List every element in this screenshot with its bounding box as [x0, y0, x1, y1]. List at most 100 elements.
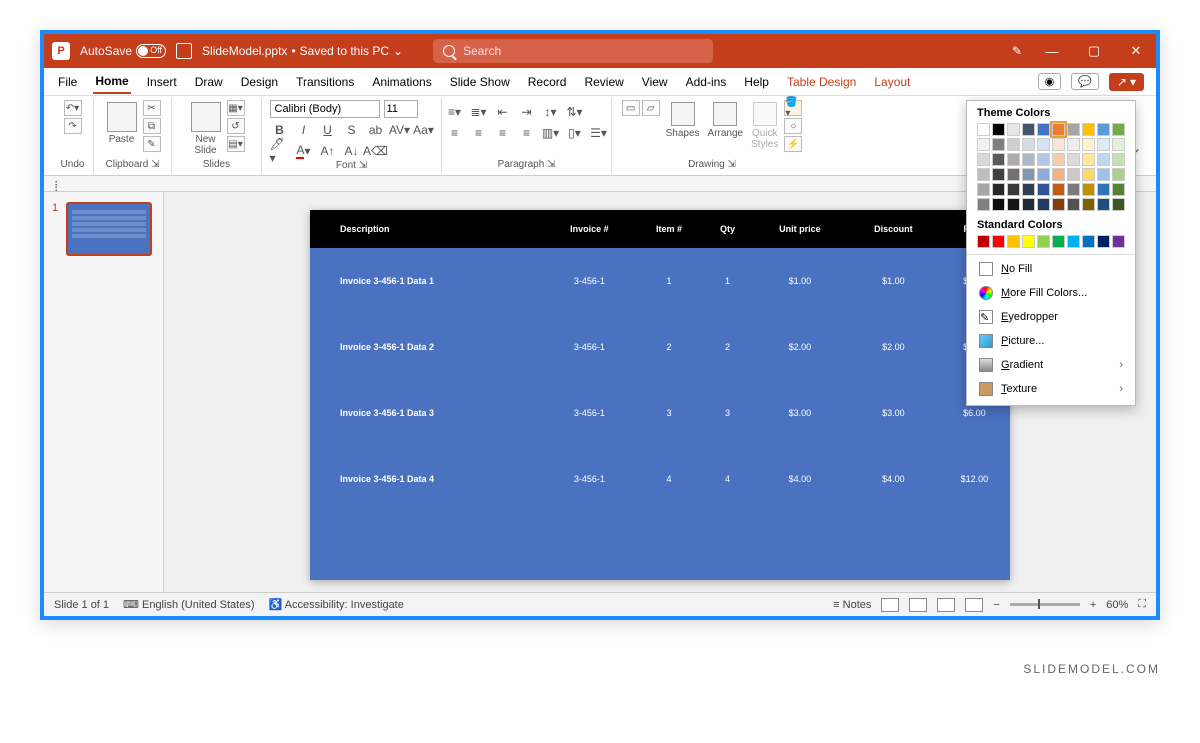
color-swatch[interactable] — [1112, 153, 1125, 166]
smartart[interactable]: ☰▾ — [589, 124, 609, 142]
paste-button[interactable]: Paste — [105, 100, 139, 147]
minimize-button[interactable]: ― — [1040, 44, 1064, 59]
undo-button[interactable]: ↶▾ — [64, 100, 82, 116]
color-swatch[interactable] — [1097, 198, 1110, 211]
table-row[interactable]: Invoice 3-456-1 Data 13-456-111$1.00$1.0… — [310, 248, 1010, 314]
shape-effects-button[interactable]: ⚡ — [784, 136, 802, 152]
color-swatch[interactable] — [1112, 198, 1125, 211]
color-swatch[interactable] — [992, 153, 1005, 166]
color-swatch[interactable] — [992, 198, 1005, 211]
color-swatch[interactable] — [992, 183, 1005, 196]
tab-help[interactable]: Help — [742, 71, 771, 93]
tab-animations[interactable]: Animations — [370, 71, 433, 93]
color-swatch[interactable] — [1022, 153, 1035, 166]
color-swatch[interactable] — [1022, 138, 1035, 151]
copy-button[interactable]: ⧉ — [143, 118, 161, 134]
shape-group-icon[interactable]: ▱ — [642, 100, 660, 116]
reset-button[interactable]: ↺ — [227, 118, 245, 134]
tab-review[interactable]: Review — [582, 71, 625, 93]
change-case[interactable]: Aa▾ — [414, 121, 434, 139]
color-swatch[interactable] — [992, 235, 1005, 248]
filename[interactable]: SlideModel.pptx • Saved to this PC ⌄ — [202, 44, 403, 58]
color-swatch[interactable] — [977, 198, 990, 211]
zoom-in-button[interactable]: + — [1090, 599, 1096, 611]
more-colors-item[interactable]: More Fill Colors... — [967, 281, 1135, 305]
color-swatch[interactable] — [1037, 153, 1050, 166]
new-slide-button[interactable]: New Slide — [189, 100, 223, 158]
zoom-level[interactable]: 60% — [1106, 599, 1128, 611]
shape-outline-button[interactable]: ○ — [784, 118, 802, 134]
font-size-select[interactable] — [384, 100, 418, 118]
color-swatch[interactable] — [992, 168, 1005, 181]
slide-thumbnail[interactable] — [66, 202, 152, 256]
color-swatch[interactable] — [1052, 183, 1065, 196]
align-right[interactable]: ≡ — [493, 124, 513, 142]
tab-view[interactable]: View — [640, 71, 670, 93]
normal-view-button[interactable] — [881, 598, 899, 612]
line-spacing[interactable]: ↕▾ — [541, 103, 561, 121]
color-swatch[interactable] — [1007, 138, 1020, 151]
slideshow-view-button[interactable] — [965, 598, 983, 612]
increase-indent[interactable]: ⇥ — [517, 103, 537, 121]
color-swatch[interactable] — [1007, 168, 1020, 181]
search-box[interactable]: Search — [433, 39, 713, 63]
slide[interactable]: DescriptionInvoice #Item #QtyUnit priceD… — [310, 210, 1010, 580]
layout-button[interactable]: ▦▾ — [227, 100, 245, 116]
highlight-button[interactable]: 🖊▾ — [270, 142, 290, 160]
comments-button[interactable]: 💬 — [1071, 73, 1099, 90]
notes-button[interactable]: ≡ Notes — [833, 599, 871, 611]
eyedropper-item[interactable]: ✎Eyedropper — [967, 305, 1135, 329]
table-header[interactable]: Item # — [635, 210, 703, 248]
quick-styles-button[interactable]: Quick Styles — [749, 100, 780, 152]
format-painter[interactable]: ✎ — [143, 136, 161, 152]
arrange-button[interactable]: Arrange — [706, 100, 746, 141]
picture-item[interactable]: Picture... — [967, 329, 1135, 353]
text-direction[interactable]: ⇅▾ — [565, 103, 585, 121]
color-swatch[interactable] — [1112, 123, 1125, 136]
table-header[interactable]: Unit price — [752, 210, 848, 248]
numbering-button[interactable]: ≣▾ — [469, 103, 489, 121]
maximize-button[interactable]: ▢ — [1082, 43, 1106, 59]
color-swatch[interactable] — [1067, 198, 1080, 211]
table-header[interactable]: Description — [310, 210, 544, 248]
color-swatch[interactable] — [1097, 153, 1110, 166]
mic-icon[interactable]: ✎ — [1012, 44, 1022, 58]
color-swatch[interactable] — [1037, 183, 1050, 196]
table-row[interactable]: Invoice 3-456-1 Data 23-456-122$2.00$2.0… — [310, 314, 1010, 380]
color-swatch[interactable] — [1082, 235, 1095, 248]
strike-button[interactable]: S — [342, 121, 362, 139]
color-swatch[interactable] — [1112, 235, 1125, 248]
color-swatch[interactable] — [1022, 123, 1035, 136]
color-swatch[interactable] — [1097, 123, 1110, 136]
sorter-view-button[interactable] — [909, 598, 927, 612]
color-swatch[interactable] — [1067, 138, 1080, 151]
color-swatch[interactable] — [977, 123, 990, 136]
table-header[interactable]: Invoice # — [544, 210, 635, 248]
underline-button[interactable]: U — [318, 121, 338, 139]
color-swatch[interactable] — [1112, 138, 1125, 151]
section-button[interactable]: ▤▾ — [227, 136, 245, 152]
decrease-indent[interactable]: ⇤ — [493, 103, 513, 121]
color-swatch[interactable] — [1022, 168, 1035, 181]
tab-design[interactable]: Design — [239, 71, 280, 93]
color-swatch[interactable] — [1037, 123, 1050, 136]
no-fill-item[interactable]: NNo Fillo Fill — [967, 257, 1135, 281]
color-swatch[interactable] — [1067, 168, 1080, 181]
char-spacing[interactable]: AV▾ — [390, 121, 410, 139]
color-swatch[interactable] — [992, 123, 1005, 136]
tab-transitions[interactable]: Transitions — [294, 71, 356, 93]
color-swatch[interactable] — [1082, 198, 1095, 211]
font-name-select[interactable] — [270, 100, 380, 118]
tab-home[interactable]: Home — [93, 70, 130, 94]
color-swatch[interactable] — [1037, 138, 1050, 151]
grow-font[interactable]: A↑ — [318, 142, 338, 160]
color-swatch[interactable] — [1082, 153, 1095, 166]
color-swatch[interactable] — [1112, 183, 1125, 196]
table-header[interactable]: Qty — [703, 210, 752, 248]
qat-overflow[interactable]: ⡇ — [54, 181, 61, 192]
tab-slideshow[interactable]: Slide Show — [448, 71, 512, 93]
language-status[interactable]: ⌨ English (United States) — [123, 598, 254, 611]
font-color-button[interactable]: A▾ — [294, 142, 314, 160]
color-swatch[interactable] — [1022, 198, 1035, 211]
tab-addins[interactable]: Add-ins — [684, 71, 729, 93]
